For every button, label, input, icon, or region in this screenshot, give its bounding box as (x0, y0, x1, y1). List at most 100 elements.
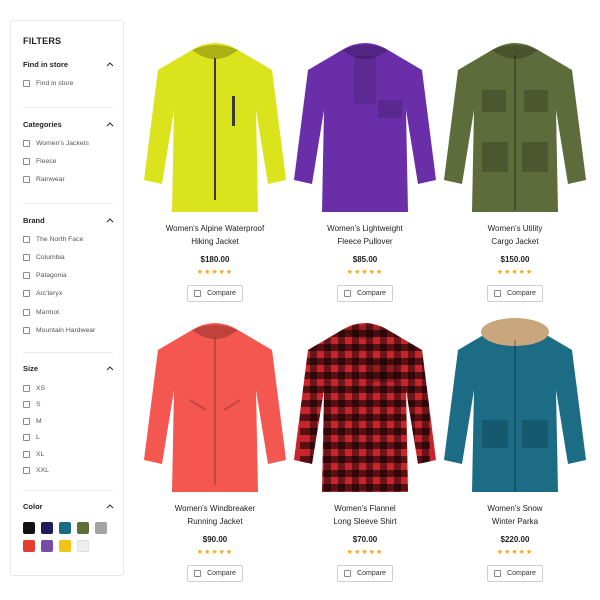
option-label: Marmot (36, 308, 60, 316)
checkbox[interactable] (23, 79, 30, 87)
checkbox[interactable] (23, 253, 30, 261)
size-header[interactable]: Size (23, 362, 115, 374)
option-mountain-hardwear[interactable]: Mountain Hardwear (23, 324, 115, 336)
compare-checkbox[interactable] (494, 290, 502, 297)
chevron-up-icon[interactable] (105, 215, 115, 225)
option-arcteryx[interactable]: Arc'teryx (23, 288, 115, 300)
chevron-up-icon[interactable] (105, 59, 115, 69)
product-image[interactable] (140, 310, 290, 500)
compare-checkbox[interactable] (344, 570, 352, 577)
checkbox[interactable] (23, 139, 30, 147)
find-in-store-header[interactable]: Find in store (23, 58, 115, 70)
product-name[interactable]: Women's Windbreaker (140, 503, 290, 515)
color-swatch[interactable] (59, 522, 71, 534)
filters-panel: FILTERS Find in store Find in store Cate… (10, 20, 124, 576)
compare-checkbox[interactable] (344, 290, 352, 297)
compare-button[interactable]: Compare (337, 565, 393, 582)
compare-label: Compare (357, 290, 386, 297)
compare-checkbox[interactable] (194, 290, 202, 297)
option-label: Find in store (36, 79, 74, 87)
product-name[interactable]: Running Jacket (140, 516, 290, 528)
divider (23, 107, 113, 108)
jacket-image-svg (294, 43, 436, 212)
checkbox[interactable] (23, 290, 30, 298)
section-title: Color (23, 501, 43, 511)
option-size-xl[interactable]: XL (23, 448, 115, 460)
rating-stars: ★★★★★ (196, 549, 234, 556)
checkbox[interactable] (23, 157, 30, 165)
option-columbia[interactable]: Columbia (23, 251, 115, 263)
rating-stars: ★★★★★ (346, 549, 384, 556)
product-price: $180.00 (200, 255, 230, 264)
product-image[interactable] (290, 310, 440, 500)
color-swatch[interactable] (77, 522, 89, 534)
option-fleece[interactable]: Fleece (23, 155, 115, 167)
option-size-l[interactable]: L (23, 432, 115, 444)
compare-checkbox[interactable] (494, 570, 502, 577)
product-name[interactable]: Winter Parka (440, 516, 590, 528)
product-name[interactable]: Women's Flannel (290, 503, 440, 515)
categories-header[interactable]: Categories (23, 118, 115, 130)
chevron-up-icon[interactable] (105, 119, 115, 129)
filters-title: FILTERS (23, 36, 62, 46)
product-name[interactable]: Cargo Jacket (440, 236, 590, 248)
option-the-north-face[interactable]: The North Face (23, 233, 115, 245)
compare-button[interactable]: Compare (187, 565, 243, 582)
option-size-xs[interactable]: XS (23, 382, 115, 394)
color-swatch[interactable] (23, 522, 35, 534)
option-size-s[interactable]: S (23, 399, 115, 411)
color-swatch[interactable] (95, 522, 107, 534)
checkbox[interactable] (23, 235, 30, 243)
product-price: $70.00 (352, 535, 378, 544)
compare-button[interactable]: Compare (487, 565, 543, 582)
option-size-xxl[interactable]: XXL (23, 465, 115, 477)
chevron-up-icon[interactable] (105, 501, 115, 511)
compare-label: Compare (207, 290, 236, 297)
section-title: Categories (23, 119, 62, 129)
compare-checkbox[interactable] (194, 570, 202, 577)
product-image[interactable] (440, 30, 590, 220)
chevron-up-icon[interactable] (105, 363, 115, 373)
option-label: XL (36, 450, 45, 458)
option-label: Fleece (36, 157, 57, 165)
product-name[interactable]: Women's Lightweight (290, 223, 440, 235)
product-name[interactable]: Women's Snow (440, 503, 590, 515)
product-name[interactable]: Hiking Jacket (140, 236, 290, 248)
compare-button[interactable]: Compare (487, 285, 543, 302)
color-header[interactable]: Color (23, 500, 115, 512)
option-womens-jackets[interactable]: Women's Jackets (23, 137, 115, 149)
product-name[interactable]: Women's Alpine Waterproof (140, 223, 290, 235)
color-swatch[interactable] (77, 540, 89, 552)
color-swatch[interactable] (41, 540, 53, 552)
checkbox[interactable] (23, 326, 30, 334)
product-name[interactable]: Women's Utility (440, 223, 590, 235)
checkbox[interactable] (23, 272, 30, 280)
compare-button[interactable]: Compare (337, 285, 393, 302)
checkbox[interactable] (23, 384, 30, 392)
color-swatch[interactable] (41, 522, 53, 534)
option-rainwear[interactable]: Rainwear (23, 174, 115, 186)
checkbox[interactable] (23, 308, 30, 316)
product-name[interactable]: Fleece Pullover (290, 236, 440, 248)
product-name[interactable]: Long Sleeve Shirt (290, 516, 440, 528)
option-patagonia[interactable]: Patagonia (23, 270, 115, 282)
brand-header[interactable]: Brand (23, 214, 115, 226)
product-image[interactable] (290, 30, 440, 220)
jacket-image-svg (144, 43, 286, 212)
checkbox[interactable] (23, 467, 30, 474)
color-swatch[interactable] (23, 540, 35, 552)
product-image[interactable] (440, 310, 590, 500)
checkbox[interactable] (23, 417, 30, 425)
checkbox[interactable] (23, 450, 30, 458)
option-marmot[interactable]: Marmot (23, 306, 115, 318)
checkbox[interactable] (23, 176, 30, 184)
checkbox[interactable] (23, 401, 30, 408)
categories-section: Categories Women's Jackets Fleece Rainwe… (23, 118, 115, 186)
option-label: S (36, 401, 41, 408)
color-swatch[interactable] (59, 540, 71, 552)
option-size-m[interactable]: M (23, 415, 115, 427)
checkbox[interactable] (23, 434, 30, 441)
product-image[interactable] (140, 30, 290, 220)
compare-button[interactable]: Compare (187, 285, 243, 302)
option-find-in-store[interactable]: Find in store (23, 77, 115, 89)
